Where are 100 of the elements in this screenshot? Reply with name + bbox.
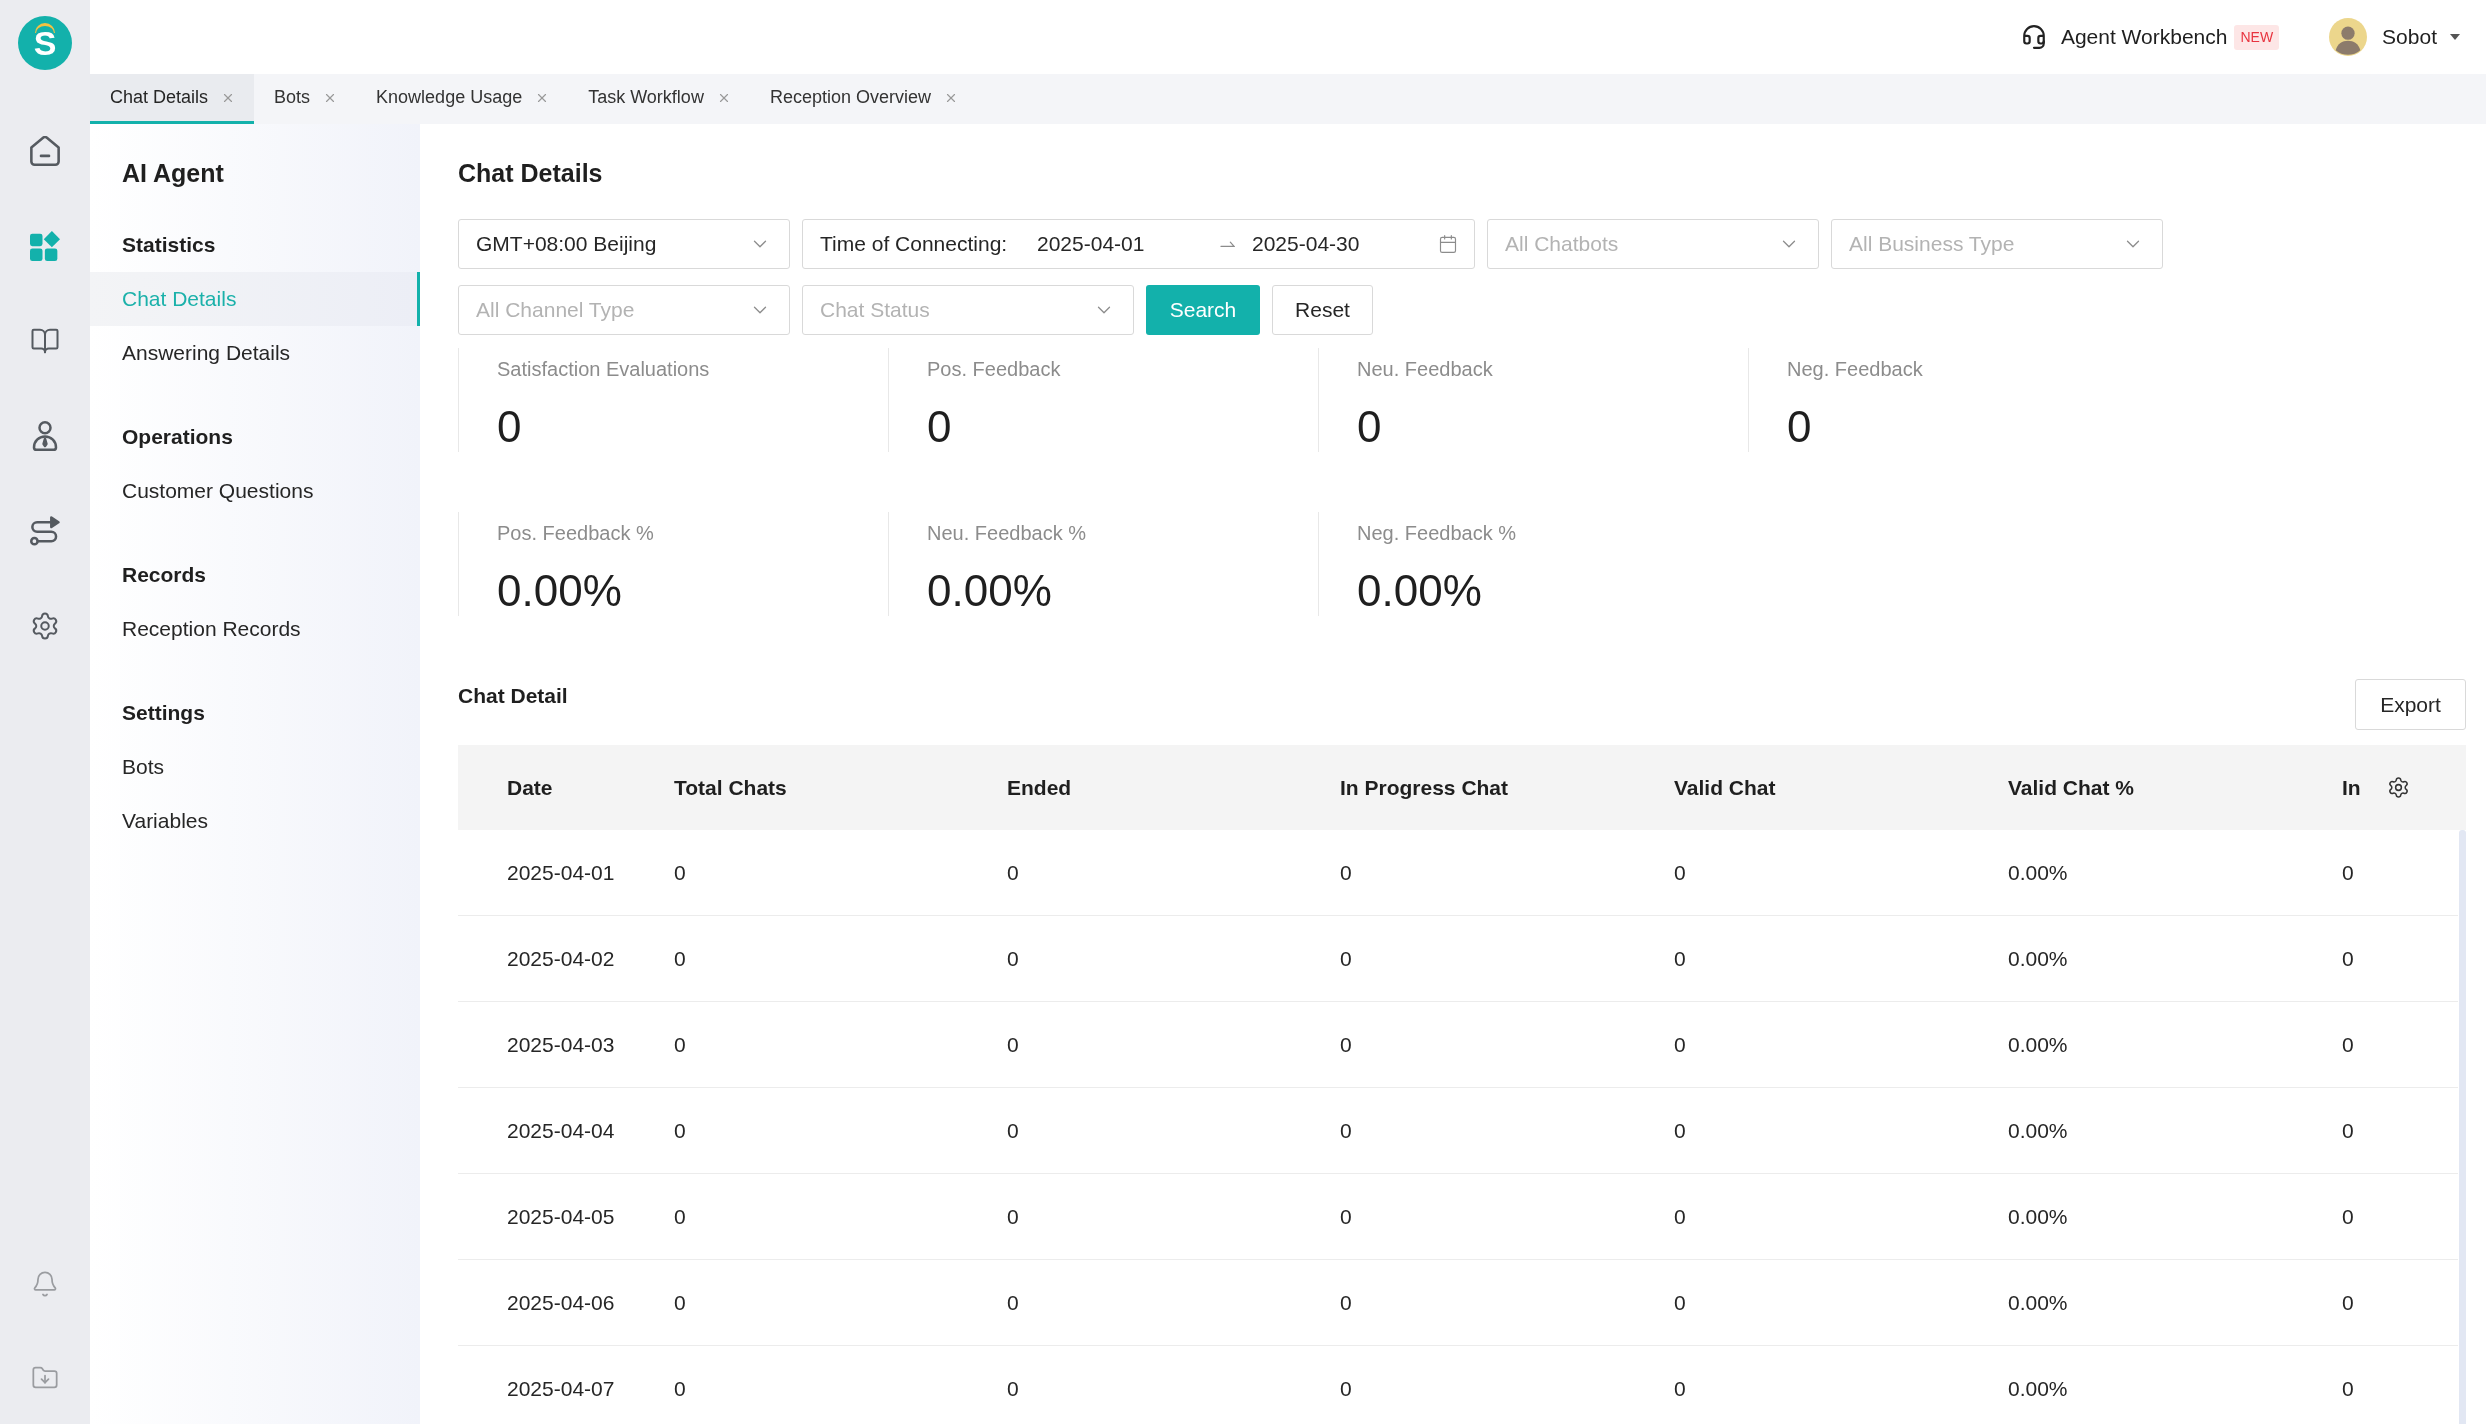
tab[interactable]: Task Workflow bbox=[568, 74, 750, 124]
table-cell: 0 bbox=[1007, 1290, 1019, 1314]
bell-icon[interactable] bbox=[31, 1270, 59, 1298]
sidebar-item[interactable]: Answering Details bbox=[90, 326, 420, 380]
table-cell: 0 bbox=[1340, 1290, 1352, 1314]
table-cell: 2025-04-01 bbox=[507, 860, 615, 884]
table-cell: 2025-04-05 bbox=[507, 1204, 615, 1228]
column-header: Total Chats bbox=[674, 774, 787, 801]
route-icon[interactable] bbox=[30, 515, 60, 546]
table-cell: 0.00% bbox=[2008, 1118, 2068, 1142]
stat-label: Neu. Feedback bbox=[1357, 357, 1494, 382]
table-cell: 0.00% bbox=[2008, 860, 2068, 884]
table-cell: 0 bbox=[1674, 1204, 1686, 1228]
table-cell: 0 bbox=[674, 1204, 686, 1228]
stat-value: 0 bbox=[1357, 402, 1383, 452]
table-cell: 0 bbox=[2342, 860, 2354, 884]
stat-label: Neu. Feedback % bbox=[927, 521, 1087, 546]
table-cell: 0.00% bbox=[2008, 1204, 2068, 1228]
caret-down-icon bbox=[2450, 34, 2460, 40]
person-icon[interactable] bbox=[30, 420, 60, 451]
headset-icon bbox=[2020, 24, 2047, 50]
sidebar-heading: Records bbox=[122, 562, 207, 589]
table-cell: 0 bbox=[1007, 860, 1019, 884]
table-cell: 0.00% bbox=[2008, 946, 2068, 970]
user-menu[interactable]: Sobot bbox=[2329, 17, 2460, 57]
stat-value: 0 bbox=[927, 402, 953, 452]
avatar-icon bbox=[2329, 18, 2368, 56]
export-button[interactable]: Export bbox=[2355, 679, 2466, 730]
table-cell: 0 bbox=[1674, 860, 1686, 884]
stat-label: Pos. Feedback bbox=[927, 357, 1062, 382]
dropdown-field[interactable]: GMT+08:00 Beijing bbox=[458, 219, 790, 269]
sidebar-heading: Statistics bbox=[122, 232, 216, 259]
tab[interactable]: Knowledge Usage bbox=[356, 74, 569, 124]
column-header: Valid Chat bbox=[1674, 774, 1776, 801]
table-cell: 0 bbox=[1007, 1376, 1019, 1400]
agent-workbench-button[interactable]: Agent Workbench NEW bbox=[2020, 17, 2280, 57]
table-cell: 0 bbox=[1674, 1118, 1686, 1142]
stat-value: 0.00% bbox=[497, 566, 623, 616]
grid-icon[interactable] bbox=[30, 230, 60, 261]
table-cell: 0.00% bbox=[2008, 1032, 2068, 1056]
sidebar-item[interactable]: Customer Questions bbox=[90, 464, 420, 518]
table-cell: 0 bbox=[1007, 946, 1019, 970]
tab[interactable]: Bots bbox=[254, 74, 357, 124]
table-cell: 0 bbox=[1007, 1118, 1019, 1142]
section-title: Chat Detail bbox=[458, 683, 568, 709]
table-cell: 0 bbox=[674, 1290, 686, 1314]
sidebar-item[interactable]: Bots bbox=[90, 740, 420, 794]
table-cell: 2025-04-06 bbox=[507, 1290, 615, 1314]
stat-value: 0.00% bbox=[1357, 566, 1483, 616]
stat-label: Neg. Feedback % bbox=[1357, 521, 1517, 546]
column-header: In bbox=[2342, 774, 2361, 801]
table-cell: 0.00% bbox=[2008, 1290, 2068, 1314]
table-cell: 0 bbox=[1674, 1376, 1686, 1400]
table-cell: 0 bbox=[1674, 1290, 1686, 1314]
stat-label: Satisfaction Evaluations bbox=[497, 357, 711, 382]
home-icon[interactable] bbox=[30, 135, 60, 166]
table-cell: 0 bbox=[2342, 1032, 2354, 1056]
tab[interactable]: Reception Overview bbox=[749, 74, 977, 124]
stat-value: 0 bbox=[1787, 402, 1813, 452]
table-cell: 0 bbox=[2342, 1290, 2354, 1314]
table-cell: 0 bbox=[674, 860, 686, 884]
table-cell: 0 bbox=[2342, 1118, 2354, 1142]
sidebar-title: AI Agent bbox=[121, 158, 225, 189]
scrollbar[interactable] bbox=[2459, 830, 2466, 1424]
table-cell: 0 bbox=[674, 946, 686, 970]
table-cell: 0 bbox=[1340, 1204, 1352, 1228]
stat-value: 0 bbox=[497, 402, 523, 452]
sidebar-heading: Settings bbox=[122, 700, 205, 727]
sidebar-heading: Operations bbox=[122, 424, 233, 451]
table-cell: 0 bbox=[1340, 1376, 1352, 1400]
table-cell: 2025-04-07 bbox=[507, 1376, 615, 1400]
table-cell: 0 bbox=[1007, 1204, 1019, 1228]
settings-icon[interactable] bbox=[30, 610, 60, 641]
sidebar-item[interactable]: Reception Records bbox=[90, 602, 420, 656]
table-cell: 0 bbox=[674, 1118, 686, 1142]
stat-label: Neg. Feedback bbox=[1787, 357, 1924, 382]
settings-icon[interactable] bbox=[2386, 776, 2410, 799]
table-cell: 0 bbox=[1340, 860, 1352, 884]
table-cell: 0 bbox=[1007, 1032, 1019, 1056]
stat-label: Pos. Feedback % bbox=[497, 521, 655, 546]
table-cell: 0 bbox=[2342, 1376, 2354, 1400]
table-cell: 0.00% bbox=[2008, 1376, 2068, 1400]
table-cell: 0 bbox=[1340, 946, 1352, 970]
table-cell: 0 bbox=[1340, 1118, 1352, 1142]
stat-value: 0.00% bbox=[927, 566, 1053, 616]
column-header: Date bbox=[507, 774, 553, 801]
table-cell: 0 bbox=[674, 1032, 686, 1056]
table-cell: 2025-04-02 bbox=[507, 946, 615, 970]
column-header: Valid Chat % bbox=[2008, 774, 2135, 801]
tab[interactable]: Chat Details bbox=[90, 74, 255, 124]
sidebar-item[interactable]: Variables bbox=[90, 794, 420, 848]
calendar-icon[interactable] bbox=[1438, 234, 1458, 254]
page-title: Chat Details bbox=[458, 158, 604, 189]
table-cell: 0 bbox=[1340, 1032, 1352, 1056]
new-badge: NEW bbox=[2234, 24, 2280, 50]
table-cell: 0 bbox=[2342, 946, 2354, 970]
reset-button[interactable]: Reset bbox=[1272, 285, 1373, 335]
column-header: In Progress Chat bbox=[1340, 774, 1509, 801]
date-range-field[interactable]: Time of Connecting: 2025-04-01 2025-04-30 bbox=[802, 219, 1475, 269]
table-cell: 0 bbox=[674, 1376, 686, 1400]
